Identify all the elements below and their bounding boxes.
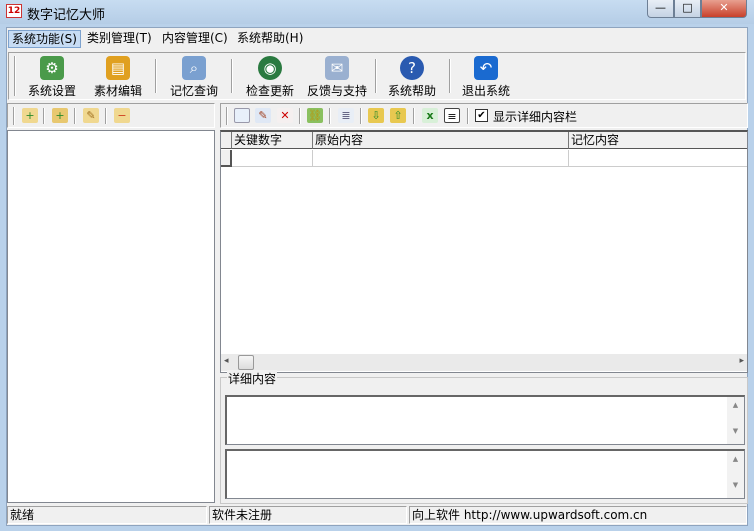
scroll-up-arrow[interactable]: ▲ — [727, 401, 744, 409]
scroll-down-arrow[interactable]: ▼ — [727, 427, 744, 435]
help-button[interactable]: ? 系统帮助 — [381, 56, 443, 98]
main-toolbar: ⚙ 系统设置 ▤ 素材编辑 ⌕ 记忆查询 ◉ 检查更新 ✉ 反馈与支持 ? 系统帮助 ↶ 退出… — [8, 52, 746, 100]
category-toolbar: + + ✎ − — [7, 103, 215, 128]
minimize-button[interactable]: — — [647, 0, 674, 18]
menu-help[interactable]: 系统帮助(H) — [234, 30, 306, 48]
feedback-button[interactable]: ✉ 反馈与支持 — [303, 56, 371, 98]
status-vendor: 向上软件 http://www.upwardsoft.com.cn — [409, 506, 747, 524]
detail-label: 详细内容 — [227, 370, 278, 387]
folder-add-sub-icon[interactable]: + — [52, 108, 68, 123]
export-icon[interactable]: ⇧ — [390, 108, 406, 123]
column-header-original[interactable]: 原始内容 — [313, 132, 569, 149]
column-header-key-number[interactable]: 关键数字 — [232, 132, 313, 149]
window-title: 数字记忆大师 — [27, 8, 106, 23]
books-icon: ▤ — [106, 56, 130, 80]
detail-original-textarea[interactable]: ▲ ▼ — [225, 395, 745, 445]
menu-system[interactable]: 系统功能(S) — [8, 30, 81, 48]
app-icon: 12 — [6, 4, 22, 18]
grid-cell[interactable] — [313, 150, 569, 167]
detail-memory-textarea[interactable]: ▲ ▼ — [225, 449, 745, 499]
envelope-icon: ✉ — [325, 56, 349, 80]
detail-groupbox: 详细内容 ▲ ▼ ▲ ▼ — [220, 370, 748, 504]
system-settings-button[interactable]: ⚙ 系统设置 — [21, 56, 83, 98]
column-header-memory[interactable]: 记忆内容 — [569, 132, 747, 149]
row-indicator-header — [221, 132, 232, 149]
folder-delete-icon[interactable]: − — [114, 108, 130, 123]
row-indicator[interactable] — [221, 150, 232, 167]
maximize-button[interactable]: □ — [674, 0, 701, 18]
close-button[interactable]: ✕ — [701, 0, 747, 18]
notepad-icon[interactable]: ≡ — [444, 108, 460, 123]
exit-button[interactable]: ↶ 退出系统 — [455, 56, 517, 98]
grid-cell[interactable] — [569, 150, 747, 167]
main-window: 系统功能(S) 类别管理(T) 内容管理(C) 系统帮助(H) ⚙ 系统设置 ▤ 素… — [6, 27, 748, 526]
content-toolbar: ✎ ✕ ⛓ ≣ ⇩ ⇧ x ≡ ✔ 显示详细内容栏 — [220, 103, 748, 128]
scroll-down-arrow[interactable]: ▼ — [727, 481, 744, 489]
scroll-up-arrow[interactable]: ▲ — [727, 455, 744, 463]
check-update-button[interactable]: ◉ 检查更新 — [239, 56, 301, 98]
material-edit-button[interactable]: ▤ 素材编辑 — [87, 56, 149, 98]
category-tree[interactable] — [7, 130, 215, 503]
delete-document-icon[interactable]: ✕ — [277, 108, 293, 123]
vertical-scrollbar[interactable]: ▲ ▼ — [727, 451, 744, 498]
menu-category[interactable]: 类别管理(T) — [84, 30, 155, 48]
grid-cell[interactable] — [232, 150, 313, 167]
status-ready: 就绪 — [7, 506, 207, 524]
exit-icon: ↶ — [474, 56, 498, 80]
status-bar: 就绪 软件未注册 向上软件 http://www.upwardsoft.com.… — [7, 505, 747, 525]
folder-edit-icon[interactable]: ✎ — [83, 108, 99, 123]
show-detail-checkbox[interactable]: ✔ — [475, 109, 488, 122]
settings-icon: ⚙ — [40, 56, 64, 80]
excel-icon[interactable]: x — [422, 108, 438, 123]
menu-content[interactable]: 内容管理(C) — [159, 30, 231, 48]
globe-icon: ◉ — [258, 56, 282, 80]
menu-bar: 系统功能(S) 类别管理(T) 内容管理(C) 系统帮助(H) — [7, 28, 747, 50]
folder-add-icon[interactable]: + — [22, 108, 38, 123]
edit-document-icon[interactable]: ✎ — [255, 108, 271, 123]
content-grid: 关键数字 原始内容 记忆内容 ◂ ▸ — [220, 130, 748, 373]
scroll-left-arrow[interactable]: ◂ — [224, 356, 229, 366]
list-icon[interactable]: ≣ — [338, 108, 354, 123]
show-detail-label[interactable]: 显示详细内容栏 — [493, 108, 577, 125]
scroll-thumb[interactable] — [238, 355, 254, 370]
horizontal-scrollbar[interactable]: ◂ ▸ — [221, 354, 747, 371]
new-document-icon[interactable] — [234, 108, 250, 123]
scroll-right-arrow[interactable]: ▸ — [739, 356, 744, 366]
magnifier-icon: ⌕ — [182, 56, 206, 80]
memory-query-button[interactable]: ⌕ 记忆查询 — [163, 56, 225, 98]
title-bar: 12 数字记忆大师 — □ ✕ — [0, 0, 754, 24]
help-icon: ? — [400, 56, 424, 80]
status-registration: 软件未注册 — [209, 506, 407, 524]
vertical-scrollbar[interactable]: ▲ ▼ — [727, 397, 744, 444]
link-icon[interactable]: ⛓ — [307, 108, 323, 123]
import-icon[interactable]: ⇩ — [368, 108, 384, 123]
